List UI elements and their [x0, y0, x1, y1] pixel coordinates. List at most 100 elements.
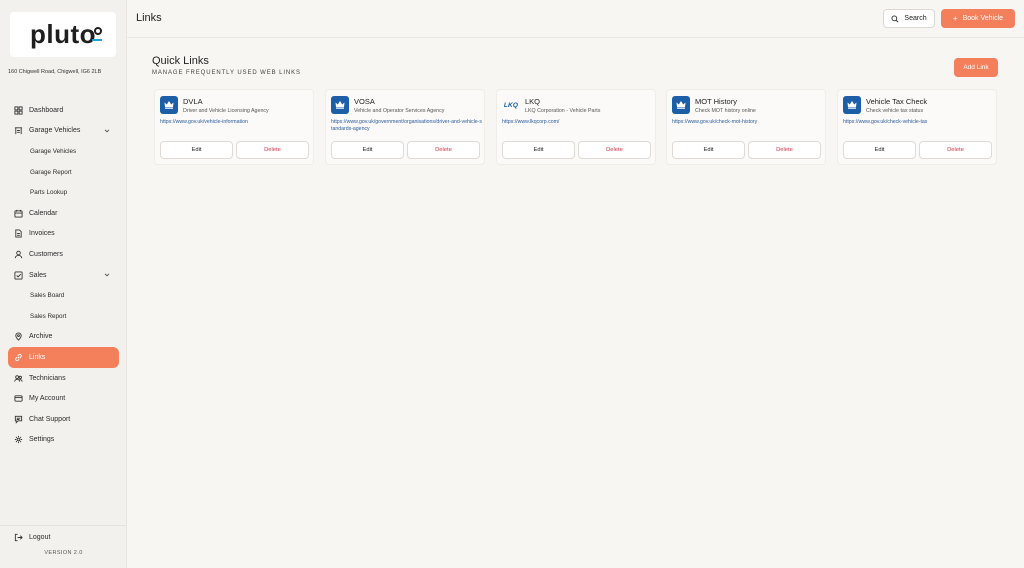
book-vehicle-button[interactable]: + Book Vehicle: [941, 9, 1015, 28]
link-url[interactable]: https://www.gov.uk/check-vehicle-tax: [843, 119, 995, 126]
sidebar-subitem-garage-report[interactable]: Garage Report: [8, 162, 119, 183]
link-description: Check vehicle tax status: [866, 108, 924, 114]
lkq-logo-text: LKQ: [503, 101, 519, 109]
edit-button[interactable]: Edit: [502, 141, 575, 159]
sidebar-item-archive[interactable]: Archive: [8, 327, 119, 348]
logout-button[interactable]: Logout: [14, 533, 50, 542]
sidebar-item-links[interactable]: Links: [8, 347, 119, 368]
search-button[interactable]: Search: [883, 9, 935, 28]
delete-button[interactable]: Delete: [407, 141, 480, 159]
link-card-lkq: LKQ LKQ LKQ Corporation - Vehicle Parts …: [496, 89, 656, 165]
sidebar-item-label: Settings: [29, 436, 55, 444]
sidebar-item-sales[interactable]: Sales: [8, 265, 119, 286]
sidebar-item-label: Garage Vehicles: [30, 147, 77, 155]
page-title: Links: [136, 12, 162, 24]
edit-button[interactable]: Edit: [843, 141, 916, 159]
sidebar-divider: [0, 525, 127, 526]
sidebar-item-label: Chat Support: [29, 415, 71, 423]
link-card-vosa: VOSA Vehicle and Operator Services Agenc…: [325, 89, 485, 165]
crown-icon: [843, 96, 861, 114]
sidebar-item-label: My Account: [29, 395, 66, 403]
book-vehicle-label: Book Vehicle: [962, 15, 1004, 22]
add-link-button[interactable]: Add Link: [954, 58, 998, 77]
link-description: LKQ Corporation - Vehicle Parts: [525, 108, 601, 114]
link-card-vehicle-tax-check: Vehicle Tax Check Check vehicle tax stat…: [837, 89, 997, 165]
sidebar-item-label: Garage Vehicles: [29, 127, 81, 135]
link-card-mot-history: MOT History Check MOT history online htt…: [666, 89, 826, 165]
sidebar-item-label: Calendar: [29, 209, 58, 217]
link-url[interactable]: https://www.gov.uk/vehicle-information: [160, 119, 312, 126]
sidebar-item-label: Technicians: [29, 374, 66, 382]
sidebar-item-chat-support[interactable]: Chat Support: [8, 409, 119, 430]
logout-icon: [14, 533, 23, 542]
sidebar-item-label: Garage Report: [30, 168, 72, 176]
section-title: Quick Links: [152, 55, 209, 67]
link-description: Vehicle and Operator Services Agency: [354, 108, 445, 114]
sidebar: pluto 160 Chigwell Road, Chigwell, IG6 2…: [0, 0, 127, 568]
version-label: VERSION 2.0: [44, 550, 83, 556]
delete-button[interactable]: Delete: [919, 141, 992, 159]
delete-button[interactable]: Delete: [748, 141, 821, 159]
link-name: VOSA: [354, 97, 375, 106]
technicians-icon: [14, 374, 23, 383]
sidebar-subitem-garage-vehicles[interactable]: Garage Vehicles: [8, 141, 119, 162]
logo-bar-icon: [92, 39, 102, 41]
link-name: MOT History: [695, 97, 737, 106]
plus-icon: +: [952, 14, 958, 23]
link-name: Vehicle Tax Check: [866, 97, 928, 106]
edit-button[interactable]: Edit: [331, 141, 404, 159]
logo-text: pluto: [29, 19, 97, 49]
logout-label: Logout: [29, 534, 51, 541]
sidebar-subitem-parts-lookup[interactable]: Parts Lookup: [8, 182, 119, 203]
crown-icon: [672, 96, 690, 114]
sidebar-item-invoices[interactable]: Invoices: [8, 224, 119, 245]
invoice-icon: [14, 229, 23, 238]
sidebar-item-settings[interactable]: Settings: [8, 430, 119, 451]
lkq-logo: LKQ: [502, 96, 520, 114]
garage-icon: [14, 126, 23, 135]
sales-icon: [14, 270, 23, 280]
user-icon: [14, 250, 23, 259]
edit-button[interactable]: Edit: [672, 141, 745, 159]
delete-button[interactable]: Delete: [236, 141, 309, 159]
chevron-down-icon[interactable]: [103, 127, 111, 135]
sidebar-item-garage-vehicles[interactable]: Garage Vehicles: [8, 121, 119, 142]
calendar-icon: [14, 209, 23, 218]
chevron-down-icon[interactable]: [103, 271, 111, 279]
search-label: Search: [904, 15, 927, 22]
chat-icon: [14, 415, 23, 424]
edit-button[interactable]: Edit: [160, 141, 233, 159]
sidebar-subitem-sales-report[interactable]: Sales Report: [8, 306, 119, 327]
logo[interactable]: pluto: [10, 12, 116, 57]
sidebar-item-label: Parts Lookup: [30, 189, 68, 197]
sidebar-item-technicians[interactable]: Technicians: [8, 368, 119, 389]
garage-address: 160 Chigwell Road, Chigwell, IG6 2LB: [8, 69, 102, 75]
link-url[interactable]: https://www.lkqcorp.com/: [502, 119, 654, 126]
sidebar-item-label: Sales Report: [30, 312, 67, 320]
account-icon: [14, 394, 23, 403]
sidebar-item-label: Invoices: [29, 230, 55, 238]
sidebar-subitem-sales-board[interactable]: Sales Board: [8, 285, 119, 306]
top-header: Links Search + Book Vehicle: [127, 0, 1024, 38]
link-description: Driver and Vehicle Licensing Agency: [183, 108, 269, 114]
sidebar-item-label: Customers: [29, 250, 63, 258]
logo-ring-icon: [94, 27, 102, 35]
crown-icon: [331, 96, 349, 114]
delete-button[interactable]: Delete: [578, 141, 651, 159]
sidebar-item-my-account[interactable]: My Account: [8, 388, 119, 409]
link-url[interactable]: https://www.gov.uk/check-mot-history: [672, 119, 824, 126]
sidebar-nav: Dashboard Garage Vehicles Garage Vehicle…: [8, 100, 119, 450]
link-card-dvla: DVLA Driver and Vehicle Licensing Agency…: [154, 89, 314, 165]
section-subtitle: MANAGE FREQUENTLY USED WEB LINKS: [152, 70, 301, 76]
link-icon: [14, 353, 23, 362]
sidebar-item-label: Sales Board: [30, 292, 65, 300]
settings-icon: [14, 435, 23, 444]
sidebar-item-label: Archive: [29, 333, 53, 341]
link-name: LKQ: [525, 97, 541, 106]
link-url[interactable]: https://www.gov.uk/government/organisati…: [331, 119, 483, 132]
sidebar-item-customers[interactable]: Customers: [8, 244, 119, 265]
sidebar-item-calendar[interactable]: Calendar: [8, 203, 119, 224]
sidebar-item-label: Sales: [29, 271, 47, 279]
sidebar-item-dashboard[interactable]: Dashboard: [8, 100, 119, 121]
sidebar-item-label: Dashboard: [29, 106, 64, 114]
